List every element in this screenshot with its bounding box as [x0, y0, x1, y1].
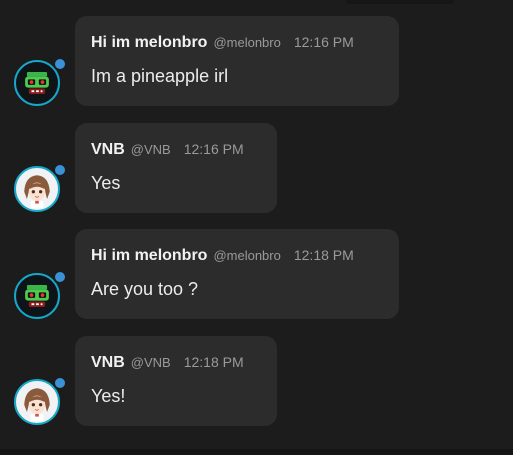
- author-name[interactable]: Hi im melonbro: [91, 247, 207, 265]
- message-timestamp: 12:18 PM: [183, 354, 244, 370]
- message-header: VNB @VNB 12:16 PM: [91, 141, 244, 159]
- message-header: VNB @VNB 12:18 PM: [91, 354, 244, 372]
- top-bar-fragment: [346, 0, 454, 4]
- chat-view: Hi im melonbro @melonbro 12:16 PM Im a p…: [0, 0, 513, 455]
- status-dot: [53, 376, 67, 390]
- message-timestamp: 12:16 PM: [293, 34, 354, 50]
- status-dot: [53, 163, 67, 177]
- message-bubble[interactable]: VNB @VNB 12:18 PM Yes!: [75, 336, 277, 426]
- status-dot: [53, 270, 67, 284]
- composer-edge: [0, 449, 513, 455]
- message-bubble[interactable]: VNB @VNB 12:16 PM Yes: [75, 123, 277, 213]
- message-text: Yes!: [91, 386, 126, 406]
- message-header: Hi im melonbro @melonbro 12:16 PM: [91, 34, 354, 52]
- author-handle: @VNB: [130, 142, 171, 157]
- message-text: Are you too ?: [91, 279, 199, 299]
- author-name[interactable]: Hi im melonbro: [91, 34, 207, 52]
- author-name[interactable]: VNB: [91, 354, 125, 372]
- message-header: Hi im melonbro @melonbro 12:18 PM: [91, 247, 354, 265]
- message-timestamp: 12:18 PM: [293, 247, 354, 263]
- author-name[interactable]: VNB: [91, 141, 125, 159]
- message-timestamp: 12:16 PM: [183, 141, 244, 157]
- message-bubble[interactable]: Hi im melonbro @melonbro 12:18 PM Are yo…: [75, 229, 399, 319]
- status-dot: [53, 57, 67, 71]
- message-bubble[interactable]: Hi im melonbro @melonbro 12:16 PM Im a p…: [75, 16, 399, 106]
- author-handle: @melonbro: [213, 248, 281, 263]
- message-text: Yes: [91, 173, 121, 193]
- message-text: Im a pineapple irl: [91, 66, 229, 86]
- author-handle: @VNB: [130, 355, 171, 370]
- author-handle: @melonbro: [213, 35, 281, 50]
